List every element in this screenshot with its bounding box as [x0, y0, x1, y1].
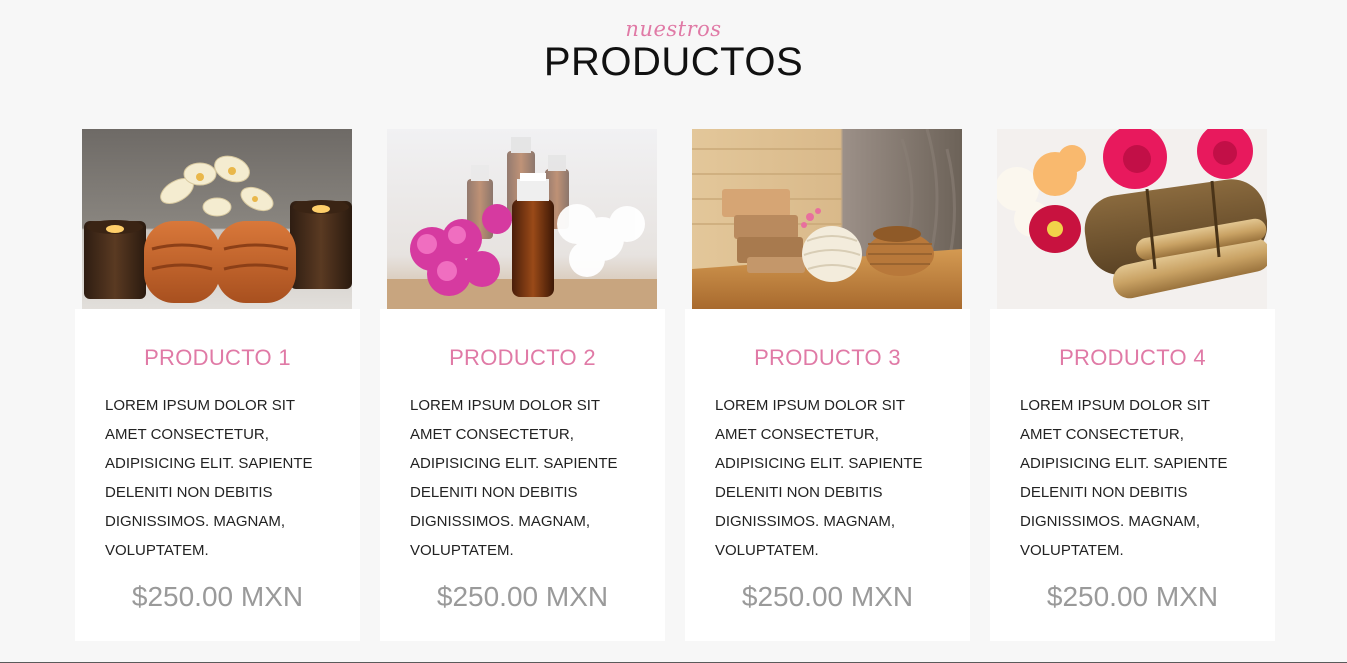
product-price: $250.00 MXN: [741, 581, 914, 612]
product-price: $250.00 MXN: [131, 581, 304, 612]
product-description: LOREM IPSUM DOLOR SIT AMET CONSECTETUR, …: [105, 397, 313, 559]
essential-oils-flowers-image: [387, 129, 657, 309]
product-card-1[interactable]: PRODUCTO 1 LOREM IPSUM DOLOR SIT AMET CO…: [75, 129, 360, 641]
product-card-4[interactable]: PRODUCTO 4 LOREM IPSUM DOLOR SIT AMET CO…: [990, 129, 1275, 641]
soap-bars-towel-basket-image: [692, 129, 962, 309]
section-header: nuestros PRODUCTOS: [0, 14, 1347, 82]
product-image[interactable]: [82, 129, 352, 309]
roses-bamboo-image: [997, 129, 1267, 309]
products-section: nuestros PRODUCTOS PRODUCTO 1 LOREM IPSU…: [0, 0, 1347, 663]
product-image[interactable]: [692, 129, 962, 309]
product-image[interactable]: [387, 129, 657, 309]
product-card-3[interactable]: PRODUCTO 3 LOREM IPSUM DOLOR SIT AMET CO…: [685, 129, 970, 641]
product-title[interactable]: PRODUCTO 2: [380, 344, 665, 372]
product-image[interactable]: [997, 129, 1267, 309]
product-title[interactable]: PRODUCTO 3: [685, 344, 970, 372]
product-price: $250.00 MXN: [436, 581, 609, 612]
product-title[interactable]: PRODUCTO 1: [75, 344, 360, 372]
product-title[interactable]: PRODUCTO 4: [990, 344, 1275, 372]
product-price: $250.00 MXN: [1046, 581, 1219, 612]
spa-towels-candles-orchids-image: [82, 129, 352, 309]
product-card-2[interactable]: PRODUCTO 2 LOREM IPSUM DOLOR SIT AMET CO…: [380, 129, 665, 641]
section-title: PRODUCTOS: [543, 40, 804, 84]
product-description: LOREM IPSUM DOLOR SIT AMET CONSECTETUR, …: [410, 397, 618, 559]
product-description: LOREM IPSUM DOLOR SIT AMET CONSECTETUR, …: [715, 397, 923, 559]
product-description: LOREM IPSUM DOLOR SIT AMET CONSECTETUR, …: [1020, 397, 1228, 559]
